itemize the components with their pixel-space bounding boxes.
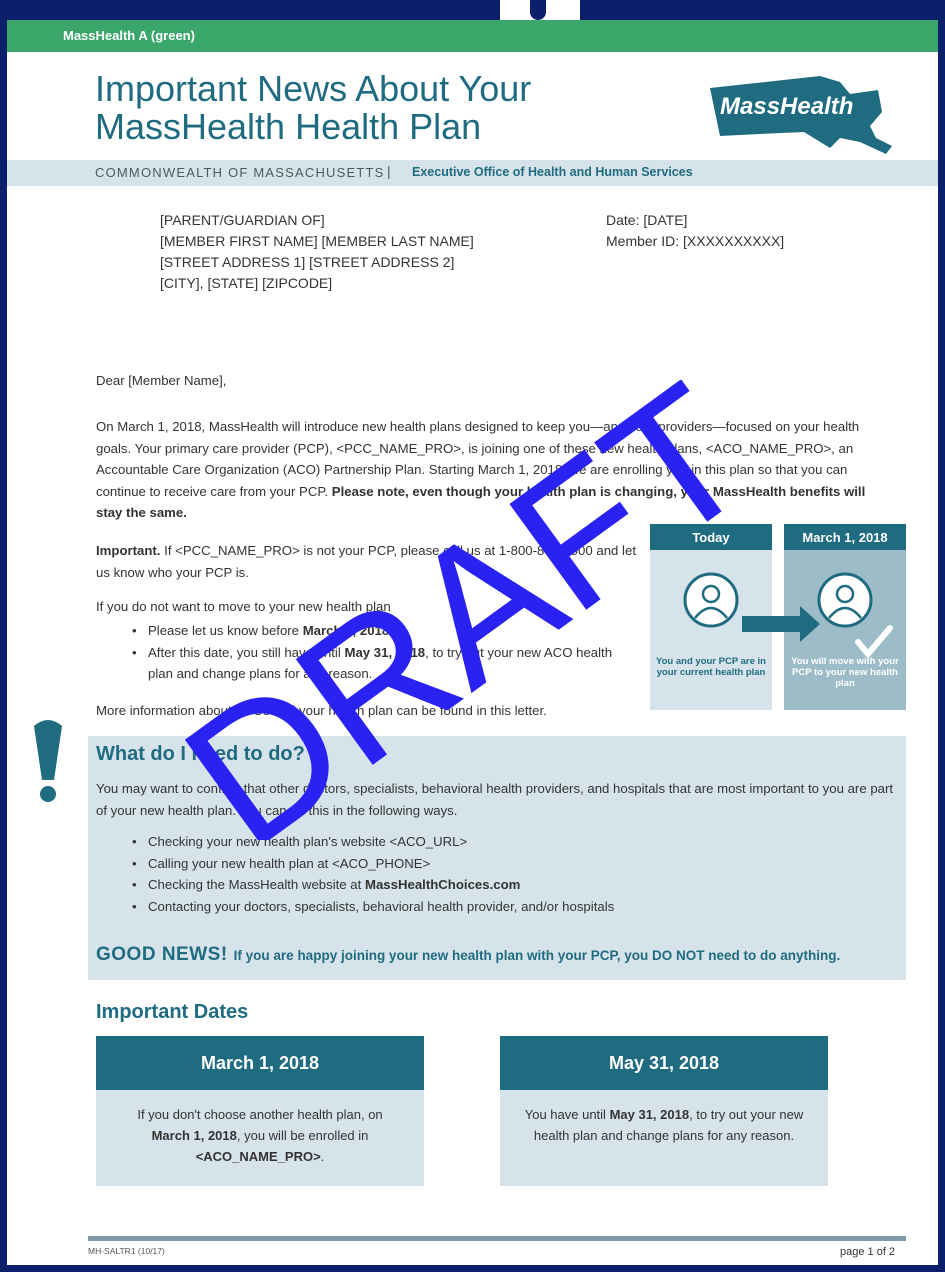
date-card-title: May 31, 2018 xyxy=(500,1036,828,1090)
address-line: [STREET ADDRESS 1] [STREET ADDRESS 2] xyxy=(160,254,455,270)
intro-paragraph: On March 1, 2018, MassHealth will introd… xyxy=(96,416,886,524)
plan-transition-graphic: Today March 1, 2018 You and your PCP are… xyxy=(650,524,906,710)
address-line: [PARENT/GUARDIAN OF] xyxy=(160,212,325,228)
greeting: Dear [Member Name], xyxy=(96,373,227,388)
important-paragraph: Important. If <PCC_NAME_PRO> is not your… xyxy=(96,540,646,583)
person-icon xyxy=(817,572,873,628)
page-title: Important News About Your MassHealth Hea… xyxy=(95,70,655,146)
letter-date: Date: [DATE] xyxy=(606,212,688,228)
more-info-text: More information about ACOs and your hea… xyxy=(96,703,547,718)
important-dates-heading: Important Dates xyxy=(96,1001,249,1023)
good-news: GOOD NEWS! If you are happy joining your … xyxy=(96,944,840,966)
what-to-do-list: Checking your new health plan's website … xyxy=(120,831,890,917)
important-text: If <PCC_NAME_PRO> is not your PCP, pleas… xyxy=(96,543,636,580)
march-caption: You will move with your PCP to your new … xyxy=(791,656,899,689)
list-item: Calling your new health plan at <ACO_PHO… xyxy=(120,853,890,875)
address-line: [CITY], [STATE] [ZIPCODE] xyxy=(160,275,333,291)
government-bar: COMMONWEALTH OF MASSACHUSETTS | Executiv… xyxy=(7,160,938,186)
page-number: page 1 of 2 xyxy=(840,1246,896,1258)
date-card-title: March 1, 2018 xyxy=(96,1036,424,1090)
masshealth-logo: MassHealth xyxy=(710,76,892,154)
gov-separator: | xyxy=(387,163,391,179)
form-code: MH-SALTR1 (10/17) xyxy=(88,1246,165,1256)
date-card-text: If you don't choose another health plan,… xyxy=(137,1107,383,1164)
masshealthchoices-link[interactable]: MassHealthChoices.com xyxy=(365,877,520,892)
date-card-march: March 1, 2018 If you don't choose anothe… xyxy=(96,1036,424,1186)
color-label-bar: MassHealth A (green) xyxy=(7,20,938,52)
recipient-address: [PARENT/GUARDIAN OF] [MEMBER FIRST NAME]… xyxy=(160,210,474,294)
title-line-2: MassHealth Health Plan xyxy=(95,106,482,147)
list-item: Checking the MassHealth website at MassH… xyxy=(120,874,890,896)
exclamation-icon xyxy=(34,720,62,802)
list-item: Contacting your doctors, specialists, be… xyxy=(120,896,890,918)
color-label: MassHealth A (green) xyxy=(63,28,195,43)
commonwealth-label: COMMONWEALTH OF MASSACHUSETTS xyxy=(95,165,385,180)
eohhs-label: Executive Office of Health and Human Ser… xyxy=(412,165,693,179)
footer-divider xyxy=(88,1236,906,1241)
member-id: Member ID: [XXXXXXXXXX] xyxy=(606,233,785,249)
not-move-text: If you do not want to move to your new h… xyxy=(96,599,391,614)
title-line-1: Important News About Your xyxy=(95,68,532,109)
good-news-text: If you are happy joining your new health… xyxy=(233,948,841,963)
date-card-may: May 31, 2018 You have until May 31, 2018… xyxy=(500,1036,828,1186)
important-label: Important. xyxy=(96,543,161,558)
letter-meta: Date: [DATE] Member ID: [XXXXXXXXXX] xyxy=(606,210,784,252)
list-item: Checking your new health plan's website … xyxy=(120,831,890,853)
list-item: Please let us know before March 1, 2018. xyxy=(120,620,640,642)
today-label: Today xyxy=(692,530,730,545)
what-to-do-heading: What do I need to do? xyxy=(96,743,305,765)
not-move-list: Please let us know before March 1, 2018.… xyxy=(120,620,640,685)
person-icon xyxy=(683,572,739,628)
march-label: March 1, 2018 xyxy=(802,530,887,545)
list-item: After this date, you still have until Ma… xyxy=(120,642,640,685)
what-to-do-text: You may want to confirm that other docto… xyxy=(96,781,894,818)
address-line: [MEMBER FIRST NAME] [MEMBER LAST NAME] xyxy=(160,233,474,249)
date-card-text: You have until May 31, 2018, to try out … xyxy=(524,1107,804,1143)
good-news-label: GOOD NEWS! xyxy=(96,944,228,965)
logo-text: MassHealth xyxy=(720,93,853,120)
today-caption: You and your PCP are in your current hea… xyxy=(656,656,766,678)
